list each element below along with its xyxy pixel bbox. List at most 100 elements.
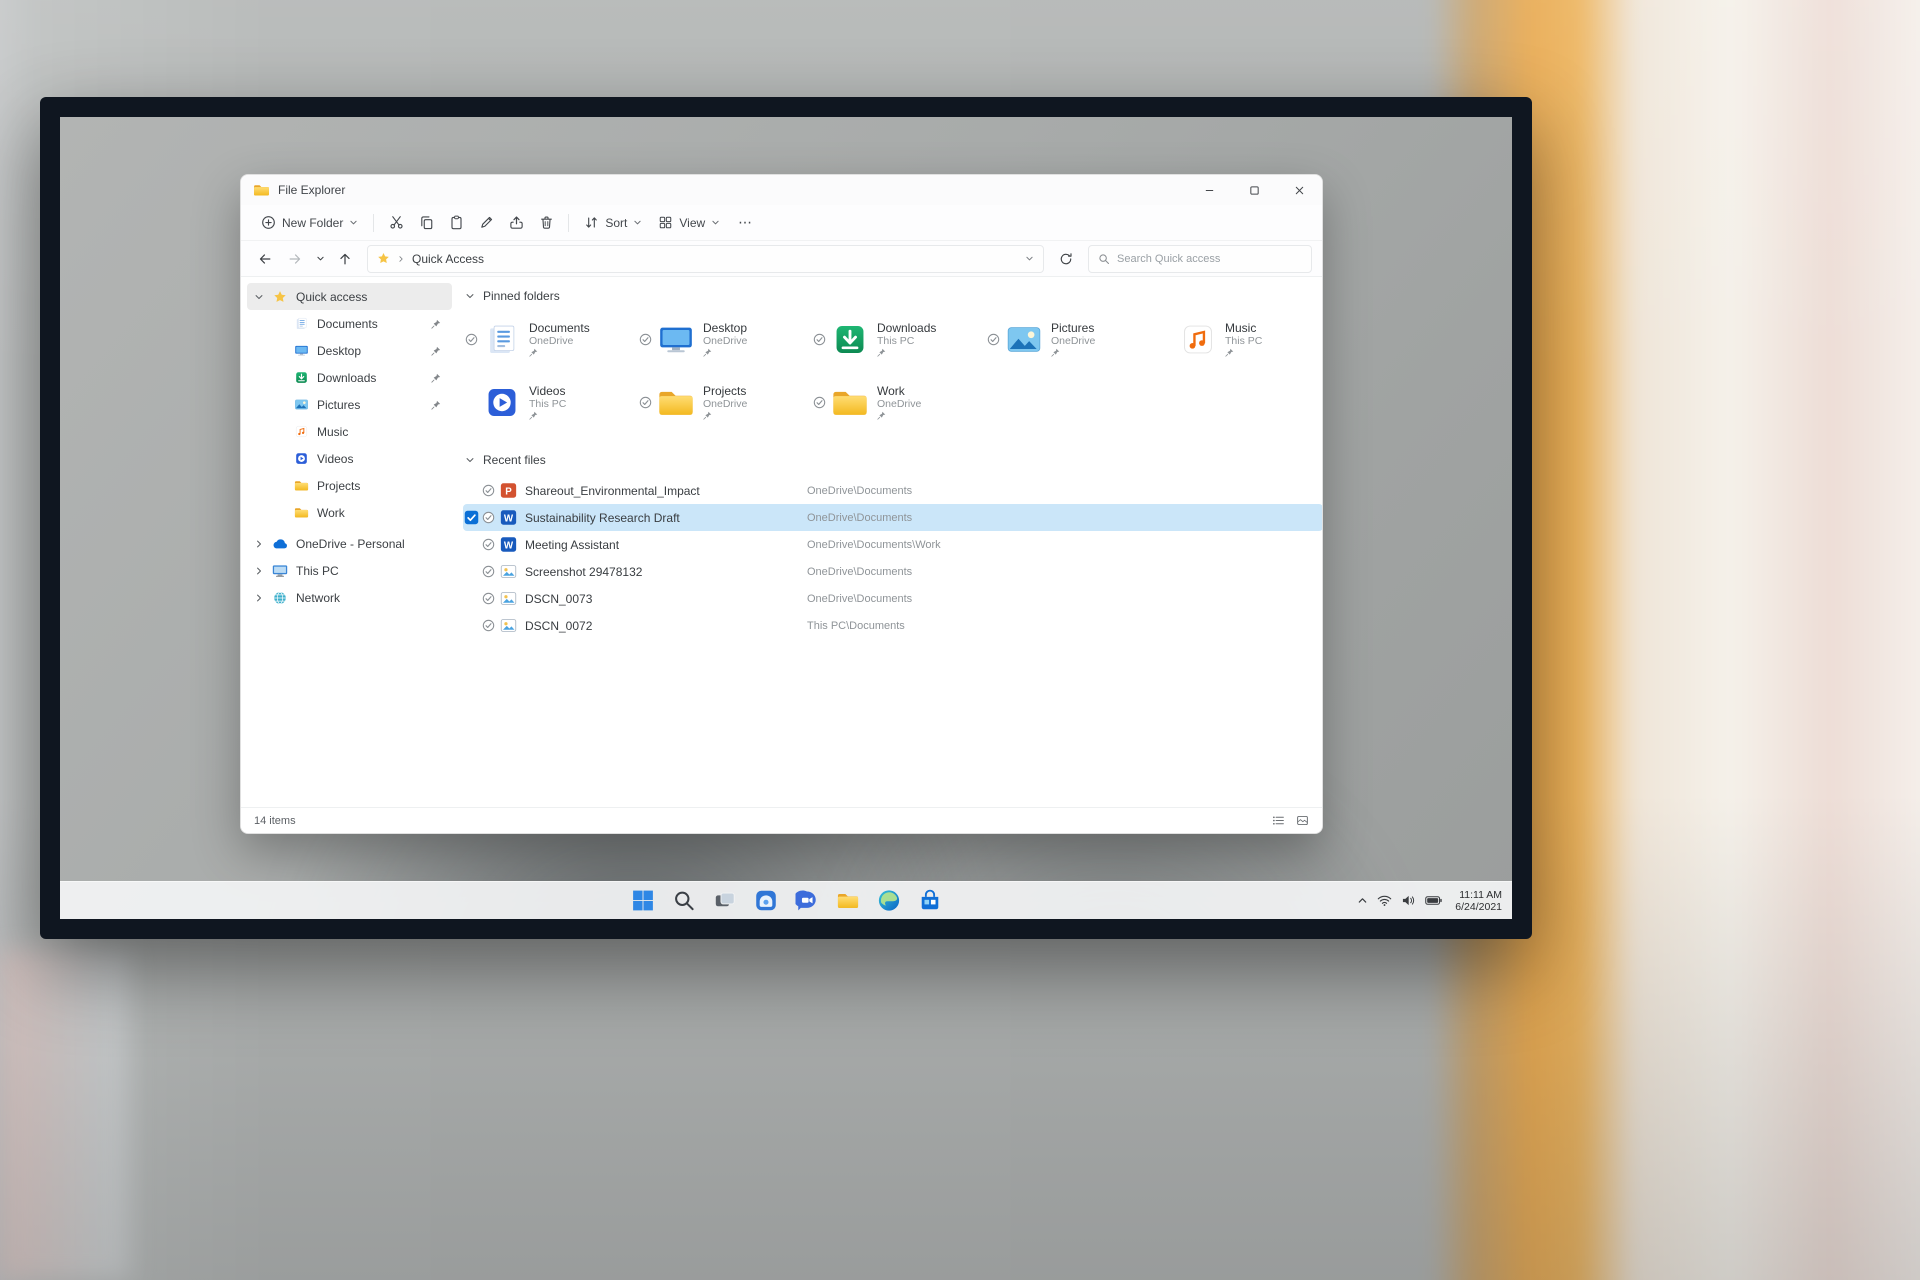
file-explorer-button[interactable] — [831, 885, 865, 917]
chevron-down-icon — [711, 218, 720, 227]
microsoft-store-icon — [918, 889, 941, 912]
view-button[interactable]: View — [650, 208, 728, 237]
pinned-tile-pictures[interactable]: Pictures OneDrive — [985, 314, 1159, 364]
recent-locations-button[interactable] — [311, 245, 329, 273]
wifi-icon[interactable] — [1377, 894, 1392, 907]
delete-button[interactable] — [531, 208, 561, 237]
file-name: DSCN_0072 — [525, 619, 807, 633]
edge-button[interactable] — [872, 885, 906, 917]
section-label: Recent files — [483, 453, 546, 467]
search-box[interactable] — [1088, 245, 1312, 273]
pinned-folders-header[interactable]: Pinned folders — [463, 284, 1323, 308]
file-row[interactable]: Screenshot 29478132 OneDrive\Documents — [463, 558, 1323, 585]
chevron-down-icon[interactable] — [254, 292, 264, 302]
details-view-toggle-icon[interactable] — [1272, 814, 1285, 827]
sidebar-item-music[interactable]: Music — [247, 418, 452, 445]
sidebar-item-quick-access[interactable]: Quick access — [247, 283, 452, 310]
pinned-tile-documents[interactable]: Documents OneDrive — [463, 314, 637, 364]
file-explorer-window: File Explorer New Folder — [240, 174, 1323, 834]
recent-files-list: Shareout_Environmental_Impact OneDrive\D… — [463, 477, 1323, 639]
start-button[interactable] — [626, 885, 660, 917]
share-button[interactable] — [501, 208, 531, 237]
pinned-tile-downloads[interactable]: Downloads This PC — [811, 314, 985, 364]
desktop-icon — [294, 344, 309, 357]
sidebar-item-network[interactable]: Network — [247, 584, 452, 611]
search-input[interactable] — [1117, 253, 1302, 265]
maximize-button[interactable] — [1232, 175, 1277, 205]
file-row[interactable]: Meeting Assistant OneDrive\Documents\Wor… — [463, 531, 1323, 558]
pin-icon — [1051, 348, 1060, 357]
pinned-tile-desktop[interactable]: Desktop OneDrive — [637, 314, 811, 364]
chevron-down-icon[interactable] — [465, 455, 475, 465]
file-row[interactable]: Shareout_Environmental_Impact OneDrive\D… — [463, 477, 1323, 504]
recent-files-header[interactable]: Recent files — [463, 448, 1323, 472]
see-more-button[interactable]: ⋯ — [728, 208, 763, 237]
clock-date: 6/24/2021 — [1455, 901, 1502, 913]
sidebar-item-projects[interactable]: Projects — [247, 472, 452, 499]
network-globe-icon — [272, 591, 288, 605]
refresh-button[interactable] — [1052, 245, 1080, 273]
share-icon — [509, 215, 524, 230]
new-folder-button[interactable]: New Folder — [253, 208, 366, 237]
back-button[interactable] — [251, 245, 279, 273]
minimize-button[interactable] — [1187, 175, 1232, 205]
chevron-down-icon — [316, 254, 325, 263]
close-button[interactable] — [1277, 175, 1322, 205]
task-view-icon — [713, 889, 736, 912]
pinned-tile-music[interactable]: Music This PC — [1159, 314, 1323, 364]
pinned-tile-videos[interactable]: Videos This PC — [463, 377, 637, 427]
cut-icon — [389, 215, 404, 230]
task-view-button[interactable] — [708, 885, 742, 917]
new-folder-label: New Folder — [282, 216, 343, 230]
file-row-selected[interactable]: Sustainability Research Draft OneDrive\D… — [463, 504, 1323, 531]
address-dropdown-icon[interactable] — [1025, 254, 1034, 263]
chevron-down-icon[interactable] — [465, 291, 475, 301]
chat-button[interactable] — [790, 885, 824, 917]
windows-desktop: File Explorer New Folder — [60, 117, 1512, 919]
breadcrumb[interactable]: Quick Access — [367, 245, 1044, 273]
sidebar-item-onedrive[interactable]: OneDrive - Personal — [247, 530, 452, 557]
speaker-icon[interactable] — [1401, 894, 1416, 907]
sidebar-item-this-pc[interactable]: This PC — [247, 557, 452, 584]
file-row[interactable]: DSCN_0073 OneDrive\Documents — [463, 585, 1323, 612]
large-icons-view-toggle-icon[interactable] — [1296, 814, 1309, 827]
sidebar-item-documents[interactable]: Documents — [247, 310, 452, 337]
tile-location: OneDrive — [703, 398, 747, 410]
sync-status-icon — [813, 333, 826, 346]
battery-icon[interactable] — [1425, 894, 1442, 907]
show-hidden-icons-chevron[interactable] — [1357, 895, 1368, 906]
tile-name: Projects — [703, 384, 747, 398]
cut-button[interactable] — [381, 208, 411, 237]
up-button[interactable] — [331, 245, 359, 273]
chevron-right-icon[interactable] — [254, 539, 264, 549]
taskbar-search-button[interactable] — [667, 885, 701, 917]
title-bar[interactable]: File Explorer — [241, 175, 1322, 205]
sidebar-item-videos[interactable]: Videos — [247, 445, 452, 472]
sidebar-item-desktop[interactable]: Desktop — [247, 337, 452, 364]
back-icon — [258, 252, 272, 266]
chevron-right-icon[interactable] — [254, 593, 264, 603]
sort-button[interactable]: Sort — [576, 208, 650, 237]
forward-button[interactable] — [281, 245, 309, 273]
refresh-icon — [1059, 252, 1073, 266]
file-row[interactable]: DSCN_0072 This PC\Documents — [463, 612, 1323, 639]
sidebar-item-work[interactable]: Work — [247, 499, 452, 526]
paste-button[interactable] — [441, 208, 471, 237]
checkbox-icon[interactable] — [464, 510, 479, 525]
copy-button[interactable] — [411, 208, 441, 237]
sidebar-item-label: Quick access — [296, 290, 367, 304]
microsoft-store-button[interactable] — [913, 885, 947, 917]
file-explorer-icon — [836, 889, 859, 912]
taskbar-clock[interactable]: 11:11 AM 6/24/2021 — [1455, 889, 1502, 913]
file-name: Shareout_Environmental_Impact — [525, 484, 807, 498]
rename-button[interactable] — [471, 208, 501, 237]
chevron-right-icon[interactable] — [254, 566, 264, 576]
monitor-bezel: File Explorer New Folder — [40, 97, 1532, 939]
pinned-tile-work[interactable]: Work OneDrive — [811, 377, 985, 427]
sidebar-item-pictures[interactable]: Pictures — [247, 391, 452, 418]
widgets-button[interactable] — [749, 885, 783, 917]
pinned-tile-projects[interactable]: Projects OneDrive — [637, 377, 811, 427]
image-file-icon — [500, 590, 517, 607]
breadcrumb-location[interactable]: Quick Access — [412, 252, 484, 266]
sidebar-item-downloads[interactable]: Downloads — [247, 364, 452, 391]
